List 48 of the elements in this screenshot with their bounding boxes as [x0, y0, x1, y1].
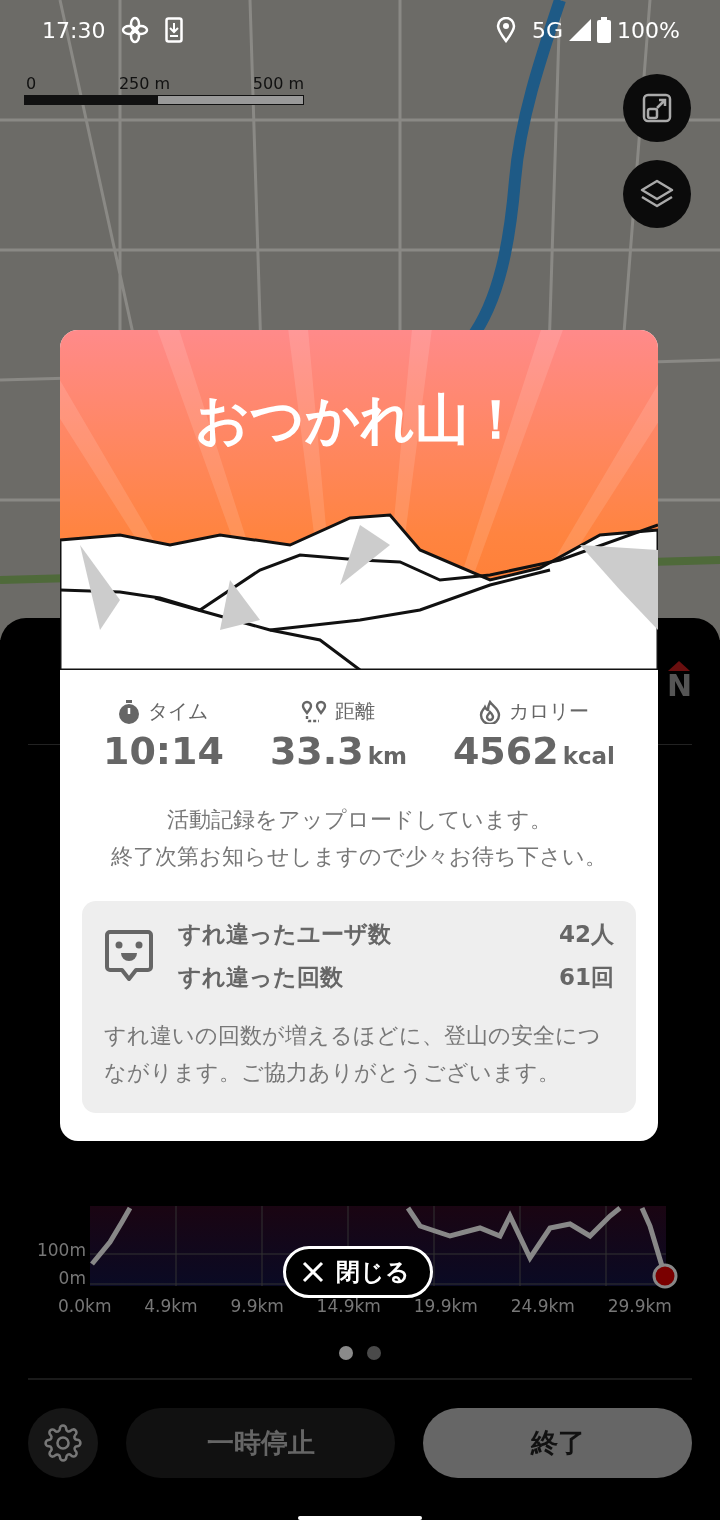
- location-icon: [496, 17, 517, 43]
- scale-label: 0: [26, 74, 37, 93]
- axis-label: 0m: [58, 1268, 86, 1288]
- axis-label: 0.0km: [58, 1296, 112, 1316]
- stat-label: タイム: [148, 698, 209, 725]
- smiley-chat-icon: [104, 929, 154, 983]
- stat-label: カロリー: [508, 698, 589, 725]
- axis-label: 9.9km: [230, 1296, 284, 1316]
- axis-label: 100m: [37, 1240, 86, 1260]
- clock-time: 17:30: [42, 17, 106, 43]
- battery-icon: [597, 17, 612, 43]
- scale-label: 500 m: [252, 74, 304, 93]
- stat-value: 10:14: [102, 729, 224, 773]
- encounter-count: 61回: [559, 963, 614, 992]
- fan-icon: [121, 16, 150, 44]
- axis-label: 19.9km: [413, 1296, 478, 1316]
- stat-value: 33.3: [269, 729, 364, 773]
- encounter-label: すれ違った回数: [178, 963, 344, 992]
- battery-level: 100%: [617, 17, 680, 43]
- route-pins-icon: [301, 699, 328, 724]
- compass-label: N: [666, 671, 692, 701]
- stat-label: 距離: [335, 698, 376, 725]
- axis-label: 29.9km: [607, 1296, 672, 1316]
- close-button[interactable]: 閉じる: [283, 1246, 433, 1298]
- stat-unit: kcal: [562, 743, 615, 769]
- upload-message: 活動記録をアップロードしています。: [166, 806, 552, 834]
- compass-arrow-icon: [668, 661, 691, 671]
- dialog-title: おつかれ山！: [195, 387, 523, 453]
- finish-button[interactable]: 終了: [423, 1408, 692, 1478]
- axis-label: 14.9km: [316, 1296, 381, 1316]
- stopwatch-icon: [118, 699, 141, 724]
- upload-message: 終了次第お知らせしますので少々お待ち下さい。: [111, 843, 607, 871]
- download-icon: [165, 17, 184, 43]
- encounter-note: すれ違いの回数が増えるほどに、登山の安全につながります。ご協力ありがとうございます。: [104, 1022, 602, 1087]
- signal-icon: [569, 19, 592, 41]
- axis-label: 4.9km: [144, 1296, 198, 1316]
- scale-label: 250 m: [118, 74, 171, 93]
- flame-icon: [478, 699, 501, 724]
- encounter-label: すれ違ったユーザ数: [178, 920, 392, 949]
- axis-label: 24.9km: [510, 1296, 575, 1316]
- expand-icon: [641, 92, 673, 124]
- pause-button[interactable]: 一時停止: [126, 1408, 395, 1478]
- stat-unit: km: [367, 743, 407, 769]
- stat-value: 4562: [452, 729, 559, 773]
- settings-icon: [44, 1424, 82, 1462]
- close-icon: [302, 1261, 324, 1283]
- encounter-count: 42人: [559, 920, 614, 949]
- network-type: 5G: [532, 17, 564, 43]
